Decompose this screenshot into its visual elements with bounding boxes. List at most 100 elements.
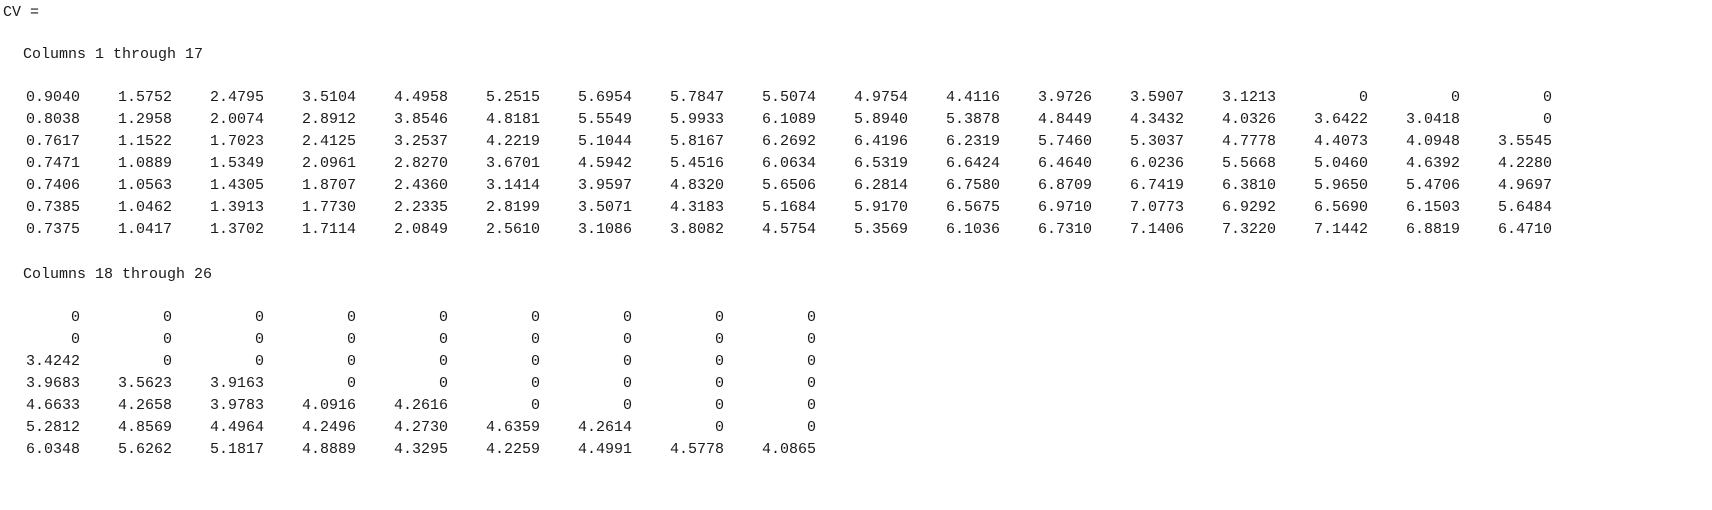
matrix-cell: 4.5754 [761,221,816,238]
matrix-cell: 0 [346,331,356,348]
matrix-cell: 1.7023 [209,133,264,150]
matrix-cell: 5.8940 [853,111,908,128]
matrix-row: 0.7375 1.0417 1.3702 1.7114 2.0849 2.5610 3.10… [0,219,1712,241]
matrix-cell: 4.2280 [1497,155,1552,172]
matrix-cell: 3.5907 [1129,89,1184,106]
matrix-row: 0.7406 1.0563 1.4305 1.8707 2.4360 3.1414 3.95… [0,175,1712,197]
matrix-cell: 0 [714,353,724,370]
matrix-cell: 4.2616 [393,397,448,414]
matrix-cell: 4.4116 [945,89,1000,106]
matrix-row: 4.6633 4.2658 3.9783 4.0916 4.2616 0 0 0 0 [0,395,1712,417]
matrix-cell: 4.0916 [301,397,356,414]
matrix-cell: 1.0889 [117,155,172,172]
matrix-cell: 0 [346,375,356,392]
matrix-row: 6.0348 5.6262 5.1817 4.8889 4.3295 4.2259 4.49… [0,439,1712,461]
matrix-cell: 0 [438,353,448,370]
matrix-cell: 1.2958 [117,111,172,128]
matrix-row: 0.8038 1.2958 2.0074 2.8912 3.8546 4.8181 5.55… [0,109,1712,131]
matrix-row: 0 0 0 0 0 0 0 0 0 [0,307,1712,329]
matrix-cell: 6.4710 [1497,221,1552,238]
matrix-cell: 4.7778 [1221,133,1276,150]
matrix-cell: 3.9783 [209,397,264,414]
matrix-cell: 7.1442 [1313,221,1368,238]
matrix-cell: 5.0460 [1313,155,1368,172]
matrix-cell: 6.1503 [1405,199,1460,216]
matrix-cell: 3.6701 [485,155,540,172]
columns-block-title: Columns 1 through 17 [23,46,204,63]
matrix-cell: 0 [714,309,724,326]
matrix-cell: 6.1089 [761,111,816,128]
matrix-cell: 0 [438,309,448,326]
matrix-cell: 3.9163 [209,375,264,392]
columns-block-title: Columns 18 through 26 [23,266,213,283]
matrix-cell: 4.5942 [577,155,632,172]
matrix-cell: 0 [530,309,540,326]
matrix-cell: 4.8181 [485,111,540,128]
matrix-cell: 5.5549 [577,111,632,128]
matrix-cell: 1.8707 [301,177,356,194]
matrix-cell: 0 [806,353,816,370]
matrix-cell: 0 [162,309,172,326]
matrix-cell: 3.2537 [393,133,448,150]
matrix-cell: 0 [622,353,632,370]
matrix-cell: 4.0326 [1221,111,1276,128]
matrix-cell: 4.2219 [485,133,540,150]
matrix-cell: 3.9683 [25,375,80,392]
matrix-cell: 6.3810 [1221,177,1276,194]
matrix-cell: 3.9597 [577,177,632,194]
matrix-cell: 4.4991 [577,441,632,458]
matrix-cell: 0 [806,331,816,348]
matrix-cell: 0.7617 [25,133,80,150]
matrix-cell: 0 [530,353,540,370]
matrix-cell: 2.4795 [209,89,264,106]
matrix-cell: 6.9710 [1037,199,1092,216]
matrix-cell: 5.1817 [209,441,264,458]
matrix-cell: 6.7580 [945,177,1000,194]
matrix-row: 3.4242 0 0 0 0 0 0 0 0 [0,351,1712,373]
matrix-cell: 1.3702 [209,221,264,238]
matrix-cell: 6.2692 [761,133,816,150]
matrix-cell: 6.9292 [1221,199,1276,216]
matrix-cell: 3.0418 [1405,111,1460,128]
matrix-cell: 0 [1450,89,1460,106]
matrix-row: 0.7617 1.1522 1.7023 2.4125 3.2537 4.2219 5.10… [0,131,1712,153]
matrix-cell: 5.3037 [1129,133,1184,150]
matrix-cell: 4.4073 [1313,133,1368,150]
matrix-cell: 5.6262 [117,441,172,458]
matrix-cell: 5.1044 [577,133,632,150]
matrix-cell: 1.0563 [117,177,172,194]
command-window-output[interactable]: CV = Columns 1 through 17 0.9040 1.5752 2.… [0,0,1712,510]
matrix-cell: 4.2730 [393,419,448,436]
matrix-cell: 5.2515 [485,89,540,106]
matrix-cell: 0 [530,375,540,392]
matrix-cell: 4.4964 [209,419,264,436]
matrix-cell: 3.4242 [25,353,80,370]
matrix-cell: 4.4958 [393,89,448,106]
matrix-cell: 2.4125 [301,133,356,150]
matrix-row: 0.7385 1.0462 1.3913 1.7730 2.2335 2.8199 3.50… [0,197,1712,219]
matrix-cell: 0 [806,375,816,392]
matrix-cell: 1.7114 [301,221,356,238]
matrix-cell: 2.0849 [393,221,448,238]
matrix-cell: 3.8546 [393,111,448,128]
matrix-cell: 0.7406 [25,177,80,194]
matrix-row: 0.7471 1.0889 1.5349 2.0961 2.8270 3.6701 4.59… [0,153,1712,175]
matrix-row: 3.9683 3.5623 3.9163 0 0 0 0 0 0 [0,373,1712,395]
matrix-cell: 6.2814 [853,177,908,194]
matrix-cell: 0 [254,331,264,348]
matrix-cell: 0 [622,309,632,326]
matrix-row: 0 0 0 0 0 0 0 0 0 [0,329,1712,351]
matrix-row: 0.9040 1.5752 2.4795 3.5104 4.4958 5.2515 5.69… [0,87,1712,109]
matrix-cell: 4.2614 [577,419,632,436]
matrix-cell: 4.8569 [117,419,172,436]
matrix-cell: 0 [714,331,724,348]
matrix-cell: 1.1522 [117,133,172,150]
matrix-cell: 4.2496 [301,419,356,436]
matrix-cell: 5.9170 [853,199,908,216]
matrix-cell: 7.0773 [1129,199,1184,216]
matrix-cell: 5.7847 [669,89,724,106]
matrix-cell: 4.6633 [25,397,80,414]
matrix-cell: 1.4305 [209,177,264,194]
matrix-cell: 4.6359 [485,419,540,436]
matrix-cell: 5.4706 [1405,177,1460,194]
